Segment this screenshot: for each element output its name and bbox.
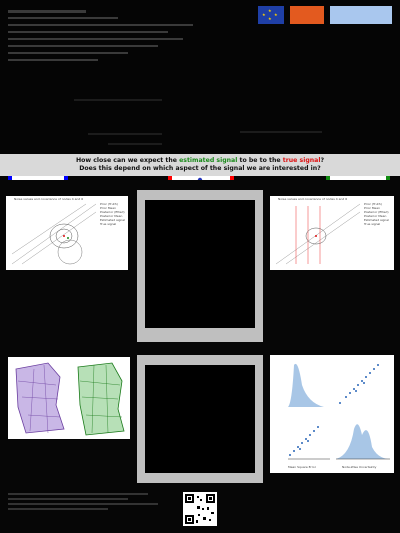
left-contour-plot: Noise values and covariance of nodes 4 a… (6, 196, 128, 270)
subtitle-line (8, 17, 118, 19)
center-figure-content (145, 200, 255, 328)
left-plot-legend: Prior (Truth) Prior Mean Posterior (fitt… (100, 202, 126, 226)
density-scatter-svg (288, 357, 390, 460)
text-line (8, 52, 128, 54)
research-question-bar: How close can we expect the estimated si… (0, 154, 400, 176)
center-figure-frame (137, 190, 263, 342)
erc-logo-icon (290, 6, 324, 24)
legend-entry: True signal (100, 222, 117, 226)
map-panel (8, 357, 130, 439)
author-line (8, 24, 193, 26)
x-label-mse: Mean Square Error (288, 465, 316, 469)
question-middle: to be to the (239, 157, 281, 164)
text-line (8, 45, 158, 47)
lower-center-frame (137, 355, 263, 483)
text-line (8, 493, 148, 495)
true-signal-text: true signal (282, 157, 321, 164)
left-contour-svg (11, 203, 97, 265)
question-prefix: How close can we expect the (75, 157, 177, 164)
estimated-signal-text: estimated signal (179, 157, 238, 164)
text-line (8, 503, 158, 505)
question-line-2: Does this depend on which aspect of the … (79, 165, 321, 172)
qr-code-svg (185, 494, 215, 524)
x-label-uncertainty: Node-Wise Uncertainty (342, 465, 377, 469)
legend-entry: True signal (364, 222, 381, 226)
lower-center-content (145, 365, 255, 473)
right-contour-plot: Noise values and covariance of nodes 4 a… (270, 196, 394, 270)
text-line (8, 59, 98, 61)
affiliation-line (8, 31, 168, 33)
references-block (8, 490, 168, 513)
map-svg (15, 362, 125, 436)
question-suffix: ? (320, 157, 325, 164)
eu-flag-icon: ★ ★ ★ ★ (258, 6, 284, 24)
density-scatter-grid: Mean Square Error Node-Wise Uncertainty (270, 355, 394, 473)
poster-header: ★ ★ ★ ★ (0, 0, 400, 80)
connector-right (240, 131, 322, 133)
right-contour-svg (275, 203, 361, 265)
qr-code-icon[interactable] (183, 492, 217, 526)
connector-arrows (74, 99, 162, 145)
question-line-1: How close can we expect the estimated si… (0, 157, 400, 165)
logo-row: ★ ★ ★ ★ (258, 6, 392, 24)
text-line (8, 498, 128, 500)
right-plot-legend: Prior (Truth) Prior Mean Posterior (fitt… (364, 202, 392, 226)
text-line (8, 38, 183, 40)
university-logo-icon (330, 6, 392, 24)
text-line (8, 508, 108, 510)
title-line (8, 10, 86, 13)
